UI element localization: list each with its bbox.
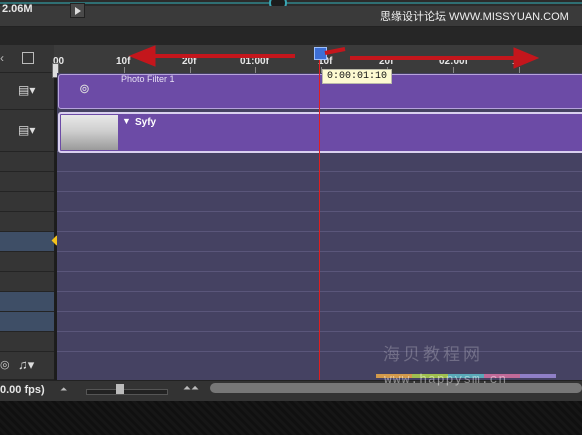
- watermark-bottom-cn: 海贝教程网: [383, 345, 483, 364]
- watermark-colorbar: [376, 365, 560, 378]
- track-row-selected[interactable]: [0, 312, 54, 332]
- zoom-out-icon[interactable]: ⏶: [60, 384, 67, 395]
- track-row[interactable]: [0, 212, 54, 232]
- progress-line: [0, 2, 582, 4]
- zoom-in-icon[interactable]: ⏶⏶: [183, 383, 199, 394]
- track-row[interactable]: [0, 192, 54, 212]
- audio-track-row[interactable]: ◎ ♫▾: [0, 352, 54, 380]
- track-header-column: ‹ ▤▾ ▤▾ ◎ ♫▾: [0, 45, 55, 380]
- clip-thumbnail: [61, 115, 118, 150]
- background-texture: [0, 401, 582, 435]
- track-row-selected[interactable]: [0, 292, 54, 312]
- track-row[interactable]: [0, 172, 54, 192]
- film-icon[interactable]: ▤▾: [18, 83, 35, 97]
- track-row[interactable]: [0, 332, 54, 352]
- photo-filter-icon: ⊚: [79, 81, 90, 96]
- track-row-selected[interactable]: [0, 232, 54, 252]
- film-icon[interactable]: ▤▾: [18, 123, 35, 137]
- fx-icon[interactable]: ◎: [0, 358, 10, 371]
- audio-icon[interactable]: ♫▾: [18, 357, 34, 373]
- playhead-line: [319, 60, 320, 380]
- watermark-bottom-url: www.happysm.cn: [384, 372, 508, 387]
- collapse-triangle-icon[interactable]: ▼: [122, 116, 131, 126]
- clip-syfy[interactable]: ▼ Syfy: [58, 112, 582, 153]
- arrow-small-shaft: [324, 47, 346, 55]
- arrow-right-head: [513, 47, 540, 69]
- track-row[interactable]: [0, 152, 54, 172]
- arrow-left-head: [128, 45, 156, 67]
- zoom-slider[interactable]: [86, 389, 168, 395]
- play-button[interactable]: [70, 3, 85, 18]
- watermark-top: 思缘设计论坛 WWW.MISSYUAN.COM: [380, 11, 569, 23]
- clip-label: Syfy: [135, 117, 157, 128]
- zoom-slider-thumb[interactable]: [116, 384, 124, 394]
- track-row-video-1[interactable]: ▤▾: [0, 110, 54, 152]
- file-size-label: 2.06M: [2, 3, 33, 15]
- annotation-arrows: [128, 45, 540, 69]
- fps-label: 0.00 fps): [0, 384, 45, 396]
- track-row[interactable]: [0, 252, 54, 272]
- track-row[interactable]: [0, 272, 54, 292]
